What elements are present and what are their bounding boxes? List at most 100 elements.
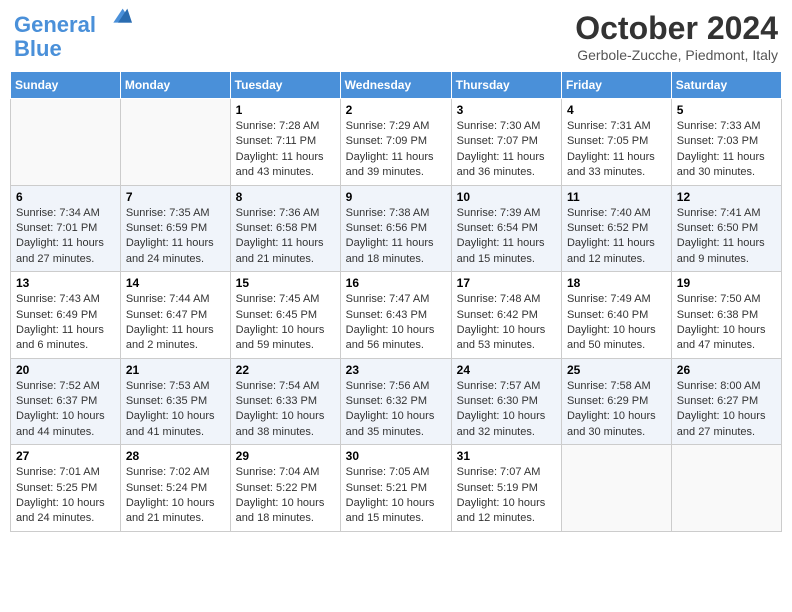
day-number: 21 [126, 363, 225, 377]
logo-general: General [14, 12, 96, 37]
calendar-cell: 16 Sunrise: 7:47 AM Sunset: 6:43 PM Dayli… [340, 272, 451, 359]
day-number: 4 [567, 103, 666, 117]
calendar-week-4: 20Sunrise: 7:52 AM Sunset: 6:37 PM Dayli… [11, 358, 782, 445]
day-info: Sunrise: 7:57 AM Sunset: 6:30 PM Dayligh… [457, 379, 556, 441]
day-info: Sunrise: 7:31 AM Sunset: 7:05 PM Dayligh… [567, 119, 666, 181]
day-info: Sunrise: 7:39 AM Sunset: 6:54 PM Dayligh… [457, 206, 556, 268]
calendar-cell: 29Sunrise: 7:04 AM Sunset: 5:22 PM Dayli… [230, 445, 340, 532]
day-info: Sunrise: 7:01 AM Sunset: 5:25 PM Dayligh… [16, 465, 115, 527]
day-number: 27 [16, 449, 115, 463]
month-title: October 2024 [575, 10, 778, 47]
day-info: Sunrise: 7:49 AM Sunset: 6:40 PM Dayligh… [567, 292, 666, 354]
day-number: 28 [126, 449, 225, 463]
col-header-tuesday: Tuesday [230, 72, 340, 99]
day-info: Sunrise: 8:00 AM Sunset: 6:27 PM Dayligh… [677, 379, 776, 441]
col-header-sunday: Sunday [11, 72, 121, 99]
calendar-cell: 25 Sunrise: 7:58 AM Sunset: 6:29 PM Dayli… [561, 358, 671, 445]
col-header-friday: Friday [561, 72, 671, 99]
day-number: 24 [457, 363, 556, 377]
day-number: 12 [677, 190, 776, 204]
day-number: 26 [677, 363, 776, 377]
day-number: 31 [457, 449, 556, 463]
title-block: October 2024 Gerbole-Zucche, Piedmont, I… [575, 10, 778, 63]
calendar-cell [11, 99, 121, 186]
col-header-wednesday: Wednesday [340, 72, 451, 99]
day-number: 2 [346, 103, 446, 117]
day-info: Sunrise: 7:29 AM Sunset: 7:09 PM Dayligh… [346, 119, 446, 181]
calendar-week-3: 13Sunrise: 7:43 AM Sunset: 6:49 PM Dayli… [11, 272, 782, 359]
calendar-cell: 3 Sunrise: 7:30 AM Sunset: 7:07 PM Daylig… [451, 99, 561, 186]
day-info: Sunrise: 7:40 AM Sunset: 6:52 PM Dayligh… [567, 206, 666, 268]
logo: General Blue [14, 10, 132, 61]
calendar-cell: 27 Sunrise: 7:01 AM Sunset: 5:25 PM Dayli… [11, 445, 121, 532]
calendar-cell: 10Sunrise: 7:39 AM Sunset: 6:54 PM Dayli… [451, 185, 561, 272]
calendar-cell: 15 Sunrise: 7:45 AM Sunset: 6:45 PM Dayli… [230, 272, 340, 359]
calendar-cell [671, 445, 781, 532]
day-number: 17 [457, 276, 556, 290]
calendar-cell: 21 Sunrise: 7:53 AM Sunset: 6:35 PM Dayli… [120, 358, 230, 445]
day-number: 1 [236, 103, 335, 117]
calendar-cell: 26 Sunrise: 8:00 AM Sunset: 6:27 PM Dayli… [671, 358, 781, 445]
day-info: Sunrise: 7:52 AM Sunset: 6:37 PM Dayligh… [16, 379, 115, 441]
calendar-cell: 14 Sunrise: 7:44 AM Sunset: 6:47 PM Dayli… [120, 272, 230, 359]
calendar-cell: 4 Sunrise: 7:31 AM Sunset: 7:05 PM Daylig… [561, 99, 671, 186]
day-number: 30 [346, 449, 446, 463]
logo-blue: Blue [14, 36, 62, 61]
day-info: Sunrise: 7:30 AM Sunset: 7:07 PM Dayligh… [457, 119, 556, 181]
day-number: 22 [236, 363, 335, 377]
day-number: 3 [457, 103, 556, 117]
day-number: 14 [126, 276, 225, 290]
calendar-week-1: 1 Sunrise: 7:28 AM Sunset: 7:11 PM Daylig… [11, 99, 782, 186]
header-row: SundayMondayTuesdayWednesdayThursdayFrid… [11, 72, 782, 99]
calendar-cell: 13Sunrise: 7:43 AM Sunset: 6:49 PM Dayli… [11, 272, 121, 359]
calendar-cell: 5Sunrise: 7:33 AM Sunset: 7:03 PM Daylig… [671, 99, 781, 186]
day-info: Sunrise: 7:53 AM Sunset: 6:35 PM Dayligh… [126, 379, 225, 441]
day-number: 6 [16, 190, 115, 204]
day-number: 19 [677, 276, 776, 290]
calendar-cell: 28Sunrise: 7:02 AM Sunset: 5:24 PM Dayli… [120, 445, 230, 532]
day-number: 25 [567, 363, 666, 377]
day-info: Sunrise: 7:33 AM Sunset: 7:03 PM Dayligh… [677, 119, 776, 181]
calendar-table: SundayMondayTuesdayWednesdayThursdayFrid… [10, 71, 782, 532]
calendar-cell: 18 Sunrise: 7:49 AM Sunset: 6:40 PM Dayli… [561, 272, 671, 359]
day-number: 15 [236, 276, 335, 290]
location-subtitle: Gerbole-Zucche, Piedmont, Italy [575, 47, 778, 63]
day-info: Sunrise: 7:54 AM Sunset: 6:33 PM Dayligh… [236, 379, 335, 441]
calendar-cell: 1 Sunrise: 7:28 AM Sunset: 7:11 PM Daylig… [230, 99, 340, 186]
day-info: Sunrise: 7:41 AM Sunset: 6:50 PM Dayligh… [677, 206, 776, 268]
logo-icon [104, 4, 132, 32]
day-number: 11 [567, 190, 666, 204]
day-info: Sunrise: 7:36 AM Sunset: 6:58 PM Dayligh… [236, 206, 335, 268]
day-info: Sunrise: 7:44 AM Sunset: 6:47 PM Dayligh… [126, 292, 225, 354]
day-info: Sunrise: 7:45 AM Sunset: 6:45 PM Dayligh… [236, 292, 335, 354]
day-info: Sunrise: 7:04 AM Sunset: 5:22 PM Dayligh… [236, 465, 335, 527]
calendar-cell: 6Sunrise: 7:34 AM Sunset: 7:01 PM Daylig… [11, 185, 121, 272]
calendar-cell: 30 Sunrise: 7:05 AM Sunset: 5:21 PM Dayli… [340, 445, 451, 532]
day-number: 16 [346, 276, 446, 290]
day-info: Sunrise: 7:58 AM Sunset: 6:29 PM Dayligh… [567, 379, 666, 441]
day-info: Sunrise: 7:56 AM Sunset: 6:32 PM Dayligh… [346, 379, 446, 441]
day-number: 23 [346, 363, 446, 377]
calendar-cell: 20Sunrise: 7:52 AM Sunset: 6:37 PM Dayli… [11, 358, 121, 445]
col-header-thursday: Thursday [451, 72, 561, 99]
day-number: 18 [567, 276, 666, 290]
day-info: Sunrise: 7:38 AM Sunset: 6:56 PM Dayligh… [346, 206, 446, 268]
calendar-cell: 2 Sunrise: 7:29 AM Sunset: 7:09 PM Daylig… [340, 99, 451, 186]
day-info: Sunrise: 7:05 AM Sunset: 5:21 PM Dayligh… [346, 465, 446, 527]
page-header: General Blue October 2024 Gerbole-Zucche… [10, 10, 782, 63]
col-header-saturday: Saturday [671, 72, 781, 99]
day-info: Sunrise: 7:28 AM Sunset: 7:11 PM Dayligh… [236, 119, 335, 181]
calendar-week-5: 27 Sunrise: 7:01 AM Sunset: 5:25 PM Dayli… [11, 445, 782, 532]
day-info: Sunrise: 7:48 AM Sunset: 6:42 PM Dayligh… [457, 292, 556, 354]
col-header-monday: Monday [120, 72, 230, 99]
day-number: 8 [236, 190, 335, 204]
calendar-cell: 19Sunrise: 7:50 AM Sunset: 6:38 PM Dayli… [671, 272, 781, 359]
day-number: 7 [126, 190, 225, 204]
calendar-cell: 24 Sunrise: 7:57 AM Sunset: 6:30 PM Dayli… [451, 358, 561, 445]
calendar-week-2: 6Sunrise: 7:34 AM Sunset: 7:01 PM Daylig… [11, 185, 782, 272]
calendar-cell [561, 445, 671, 532]
calendar-cell: 12 Sunrise: 7:41 AM Sunset: 6:50 PM Dayli… [671, 185, 781, 272]
day-info: Sunrise: 7:47 AM Sunset: 6:43 PM Dayligh… [346, 292, 446, 354]
day-number: 9 [346, 190, 446, 204]
day-number: 13 [16, 276, 115, 290]
